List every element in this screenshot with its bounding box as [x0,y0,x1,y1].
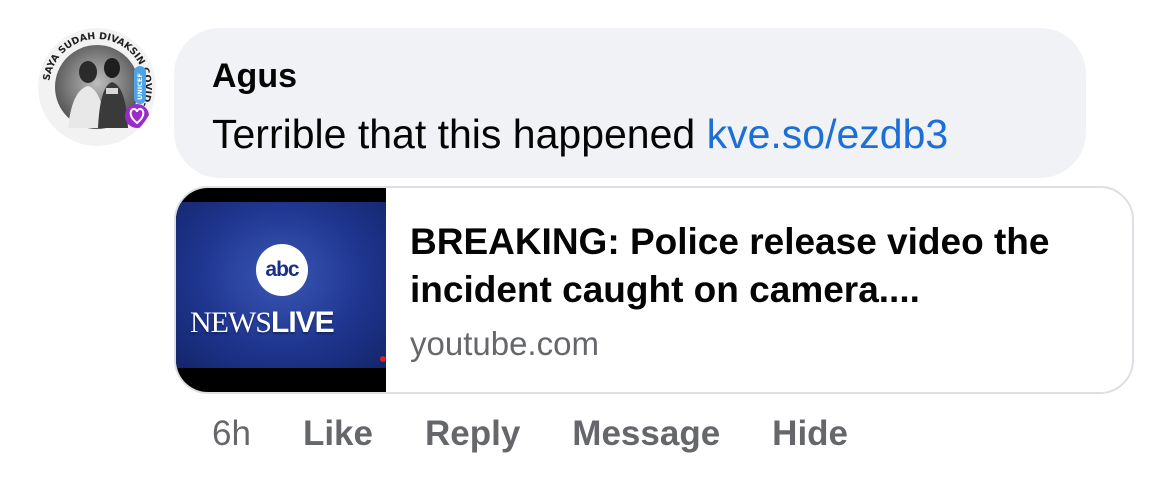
profile-photo-frame-icon: SAYA SUDAH DIVAKSIN COVID-19 UNICEF [38,28,156,146]
avatar-side-text: UNICEF [136,73,144,100]
link-preview-domain: youtube.com [410,325,599,362]
like-button[interactable]: Like [303,414,373,454]
comment-text: Terrible that this happened [212,111,707,157]
link-preview-title[interactable]: BREAKING: Police release video the incid… [410,218,1110,314]
link-preview-thumbnail: abc NEWSLIVE [176,188,386,392]
comment-bubble: Agus Terrible that this happened kve.so/… [174,28,1086,178]
heart-badge-icon [125,104,149,128]
comment-container: SAYA SUDAH DIVAKSIN COVID-19 UNICEF Agus… [0,0,1170,500]
thumbnail-background: abc NEWSLIVE [176,202,386,368]
newslive-live-text: LIVE [271,306,335,339]
message-button[interactable]: Message [572,414,720,454]
comment-timestamp[interactable]: 6h [212,414,251,454]
abc-logo-icon: abc [256,244,308,296]
reply-button[interactable]: Reply [425,414,520,454]
comment-link[interactable]: kve.so/ezdb3 [707,111,949,157]
hide-button[interactable]: Hide [772,414,848,454]
avatar[interactable]: SAYA SUDAH DIVAKSIN COVID-19 UNICEF [38,28,156,146]
comment-body: Terrible that this happened kve.so/ezdb3 [212,110,948,158]
live-indicator-icon [380,356,386,362]
newslive-news-text: NEWS [190,306,272,339]
newslive-logo: NEWSLIVE [190,306,335,340]
comment-actions: 6h Like Reply Message Hide [212,412,848,456]
comment-author-name[interactable]: Agus [212,56,297,96]
link-preview-card[interactable]: abc NEWSLIVE BREAKING: Police release vi… [174,186,1134,394]
